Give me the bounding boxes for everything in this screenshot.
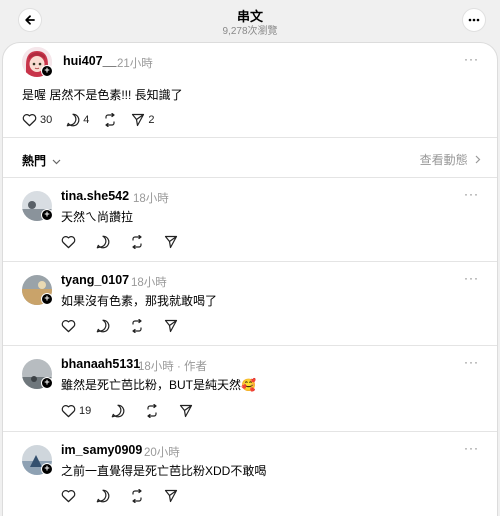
share-button[interactable] bbox=[164, 319, 178, 333]
like-button[interactable] bbox=[61, 319, 76, 333]
send-icon bbox=[132, 113, 145, 127]
heart-icon bbox=[61, 405, 76, 418]
share-button[interactable] bbox=[164, 489, 178, 503]
sort-label: 熱門 bbox=[22, 154, 47, 168]
reply-actions bbox=[61, 235, 192, 249]
repost-icon bbox=[132, 319, 142, 333]
repost-button[interactable] bbox=[145, 404, 159, 418]
more-icon bbox=[468, 18, 480, 22]
view-activity-label: 查看動態 bbox=[419, 153, 468, 167]
reply-item: + tina.she542 18小時 ··· 天然ㄟ尚讚拉 bbox=[3, 177, 497, 261]
post-username[interactable]: hui407__ bbox=[63, 54, 117, 68]
comment-icon bbox=[111, 404, 125, 418]
repost-icon bbox=[105, 113, 115, 127]
repost-button[interactable] bbox=[130, 319, 144, 333]
follow-plus-icon[interactable]: + bbox=[41, 377, 53, 389]
comment-icon bbox=[96, 319, 110, 333]
follow-plus-icon[interactable]: + bbox=[41, 293, 53, 305]
follow-plus-icon[interactable]: + bbox=[41, 65, 53, 77]
heart-icon bbox=[61, 236, 76, 249]
like-button[interactable] bbox=[61, 235, 76, 249]
top-bar: 串文 9,278次瀏覽 bbox=[0, 0, 500, 42]
reply-text: 雖然是死亡芭比粉，BUT是純天然🥰 bbox=[61, 378, 256, 392]
like-count: 30 bbox=[40, 114, 53, 126]
like-button[interactable]: 19 bbox=[61, 404, 91, 418]
reply-more-icon[interactable]: ··· bbox=[464, 187, 479, 201]
share-button[interactable]: 2 bbox=[131, 113, 155, 127]
reply-item: + im_samy0909 20小時 ··· 之前一直覺得是死亡芭比粉XDD不敢… bbox=[3, 431, 497, 516]
post-text: 是喔 居然不是色素!!! 長知識了 bbox=[22, 88, 183, 102]
reply-item: + tyang_0107 18小時 ··· 如果沒有色素，那我就敢喝了 bbox=[3, 261, 497, 345]
comment-button[interactable] bbox=[96, 319, 110, 333]
reply-time: 18小時 bbox=[131, 277, 167, 289]
reply-item: + bhanaah5131 18小時 · 作者 ··· 雖然是死亡芭比粉，BUT… bbox=[3, 345, 497, 431]
send-icon bbox=[164, 235, 178, 249]
reply-more-icon[interactable]: ··· bbox=[464, 271, 479, 285]
share-button[interactable] bbox=[164, 235, 178, 249]
chevron-down-icon bbox=[52, 159, 61, 165]
share-count: 2 bbox=[148, 114, 155, 126]
reply-actions: 19 bbox=[61, 404, 207, 418]
comment-button[interactable] bbox=[96, 235, 110, 249]
comment-count: 4 bbox=[83, 114, 90, 126]
divider bbox=[3, 137, 497, 138]
reply-text: 之前一直覺得是死亡芭比粉XDD不敢喝 bbox=[61, 464, 267, 478]
send-icon bbox=[180, 404, 193, 418]
reply-username[interactable]: bhanaah5131 bbox=[61, 357, 140, 371]
comment-button[interactable] bbox=[111, 404, 125, 418]
comment-button[interactable]: 4 bbox=[66, 113, 89, 127]
repost-button[interactable] bbox=[130, 235, 144, 249]
reply-more-icon[interactable]: ··· bbox=[464, 441, 479, 455]
heart-icon bbox=[61, 490, 76, 503]
heart-icon bbox=[22, 114, 37, 127]
post-more-icon[interactable]: ··· bbox=[464, 52, 479, 66]
comment-icon bbox=[96, 489, 110, 503]
reply-username[interactable]: im_samy0909 bbox=[61, 443, 142, 457]
reply-time: 18小時 · 作者 bbox=[138, 361, 208, 373]
reply-time: 20小時 bbox=[144, 447, 180, 459]
chevron-right-icon bbox=[475, 155, 481, 164]
view-count: 9,278次瀏覽 bbox=[222, 26, 278, 37]
sort-dropdown[interactable]: 熱門 bbox=[22, 152, 61, 169]
reply-username[interactable]: tina.she542 bbox=[61, 189, 129, 203]
repost-icon bbox=[132, 489, 142, 503]
send-icon bbox=[164, 319, 178, 333]
reply-actions bbox=[61, 319, 192, 333]
header-more-button[interactable] bbox=[462, 8, 486, 32]
comment-button[interactable] bbox=[96, 489, 110, 503]
post-time: 21小時 bbox=[117, 58, 153, 70]
view-activity-link[interactable]: 查看動態 bbox=[420, 151, 481, 168]
reply-text: 如果沒有色素，那我就敢喝了 bbox=[61, 294, 218, 308]
heart-icon bbox=[61, 320, 76, 333]
reply-more-icon[interactable]: ··· bbox=[464, 355, 479, 369]
reply-username[interactable]: tyang_0107 bbox=[61, 273, 129, 287]
like-button[interactable] bbox=[61, 489, 76, 503]
repost-button[interactable] bbox=[103, 113, 117, 127]
share-button[interactable] bbox=[179, 404, 193, 418]
reply-time: 18小時 bbox=[133, 193, 169, 205]
like-count: 19 bbox=[79, 405, 92, 417]
comment-icon bbox=[96, 235, 110, 249]
repost-icon bbox=[147, 404, 157, 418]
repost-button[interactable] bbox=[130, 489, 144, 503]
thread-card: + hui407__ 21小時 ··· 是喔 居然不是色素!!! 長知識了 30… bbox=[2, 42, 498, 516]
post-actions: 30 4 2 bbox=[22, 113, 169, 127]
repost-icon bbox=[132, 235, 142, 249]
comment-icon bbox=[66, 113, 80, 127]
like-button[interactable]: 30 bbox=[22, 113, 52, 127]
reply-actions bbox=[61, 489, 192, 503]
follow-plus-icon[interactable]: + bbox=[41, 463, 53, 475]
follow-plus-icon[interactable]: + bbox=[41, 209, 53, 221]
main-post: + hui407__ 21小時 ··· 是喔 居然不是色素!!! 長知識了 30… bbox=[3, 43, 497, 143]
reply-text: 天然ㄟ尚讚拉 bbox=[61, 210, 134, 224]
send-icon bbox=[164, 489, 178, 503]
